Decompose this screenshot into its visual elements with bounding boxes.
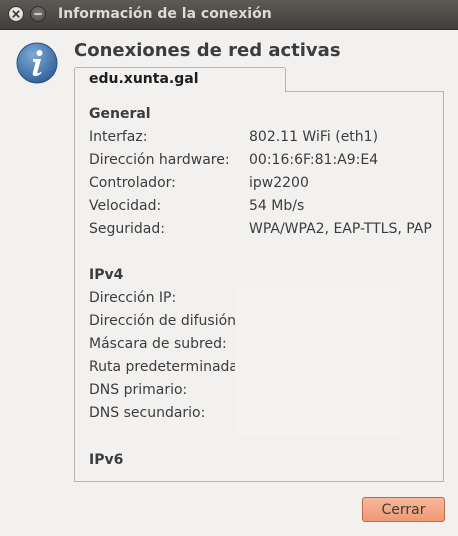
primary-dns-label: DNS primario: (89, 382, 188, 398)
security-label: Seguridad: (89, 221, 165, 237)
section-ipv6-title: IPv6 (89, 452, 124, 468)
window-title: Información de la conexión (58, 6, 272, 22)
speed-value: 54 Mb/s (249, 198, 305, 214)
minimize-icon (33, 13, 43, 15)
secondary-dns-label: DNS secundario: (89, 405, 206, 421)
section-ipv4-title: IPv4 (89, 267, 124, 283)
tab-connection[interactable]: edu.xunta.gal (74, 67, 286, 92)
title-bar: Información de la conexión (0, 0, 458, 30)
tab-connection-label: edu.xunta.gal (89, 71, 199, 87)
subnet-mask-label: Máscara de subred: (89, 336, 227, 352)
driver-value: ipw2200 (249, 175, 309, 191)
interface-value: 802.11 WiFi (eth1) (249, 129, 379, 145)
page-title: Conexiones de red activas (74, 40, 341, 61)
interface-label: Interfaz: (89, 129, 148, 145)
driver-label: Controlador: (89, 175, 176, 191)
close-button[interactable]: Cerrar (362, 497, 445, 522)
close-icon (12, 10, 20, 18)
speed-label: Velocidad: (89, 198, 162, 214)
redacted-ipv4-values (235, 287, 401, 435)
info-icon (16, 42, 58, 84)
hardware-address-value: 00:16:6F:81:A9:E4 (249, 152, 379, 168)
ip-address-label: Dirección IP: (89, 290, 177, 306)
window-minimize-button[interactable] (30, 6, 46, 22)
default-route-label: Ruta predeterminada (89, 359, 238, 375)
security-value: WPA/WPA2, EAP-TTLS, PAP (249, 221, 432, 237)
hardware-address-label: Dirección hardware: (89, 152, 230, 168)
window-close-button[interactable] (8, 6, 24, 22)
broadcast-address-label: Dirección de difusión: (89, 313, 241, 329)
section-general-title: General (89, 106, 151, 122)
